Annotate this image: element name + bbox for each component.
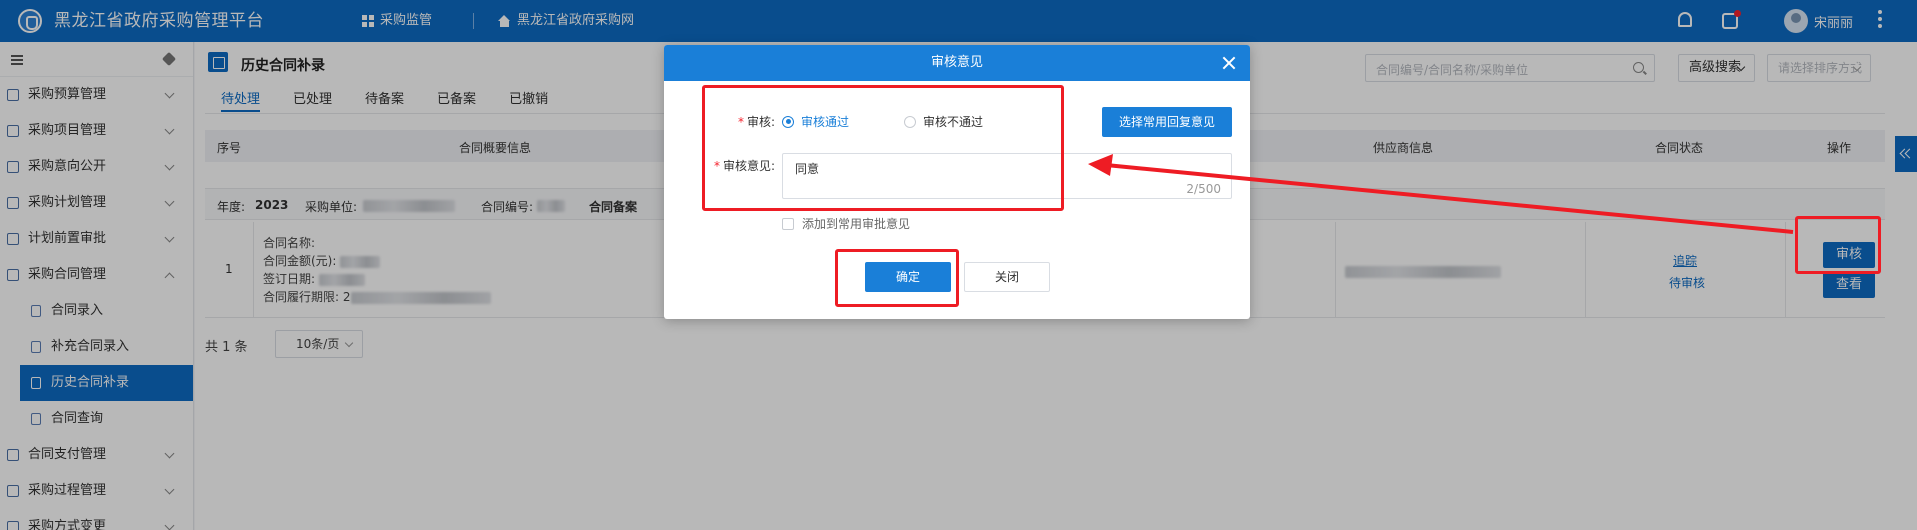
pick-common-reply-button[interactable]: 选择常用回复意见 <box>1102 107 1232 137</box>
close-icon[interactable] <box>1222 56 1236 70</box>
dialog-title: 审核意见 <box>930 55 983 70</box>
annotation-box-form <box>702 85 1064 211</box>
add-common-checkbox[interactable]: 添加到常用审批意见 <box>782 215 910 232</box>
close-button[interactable]: 关闭 <box>964 262 1050 292</box>
dialog-header: 审核意见 <box>664 45 1250 81</box>
add-common-label: 添加到常用审批意见 <box>802 217 911 231</box>
checkbox-icon <box>782 217 794 230</box>
annotation-box-confirm <box>835 249 959 307</box>
annotation-box-review <box>1795 216 1881 274</box>
char-counter: 2/500 <box>1186 182 1221 196</box>
